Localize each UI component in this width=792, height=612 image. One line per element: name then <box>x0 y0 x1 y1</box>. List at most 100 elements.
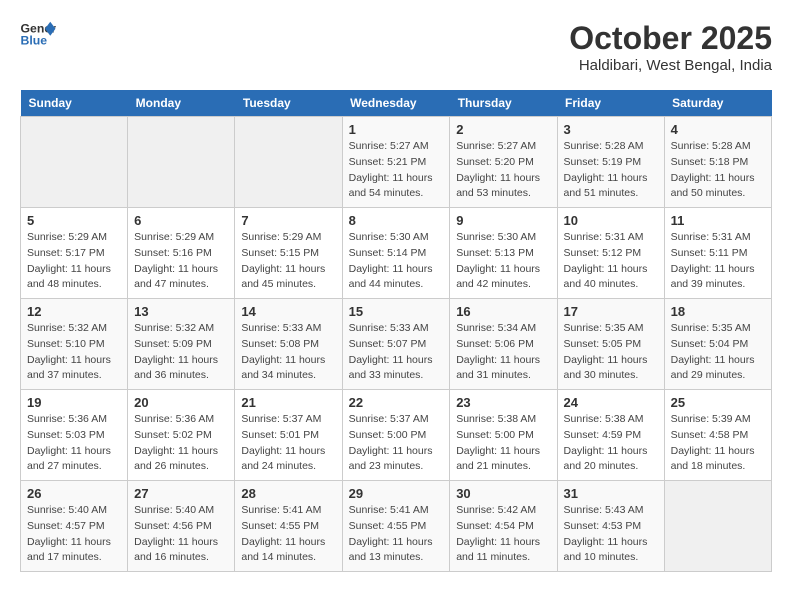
day-number: 27 <box>134 486 228 501</box>
calendar-cell: 1Sunrise: 5:27 AMSunset: 5:21 PMDaylight… <box>342 117 450 208</box>
calendar-cell: 15 Sunrise: 5:33 AMSunset: 5:07 PMDayligh… <box>342 299 450 390</box>
calendar-cell <box>235 117 342 208</box>
day-info: Sunrise: 5:35 AMSunset: 5:04 PMDaylight:… <box>671 321 765 384</box>
weekday-header-row: SundayMondayTuesdayWednesdayThursdayFrid… <box>21 90 772 117</box>
day-number: 26 <box>27 486 121 501</box>
calendar-cell: 27 Sunrise: 5:40 AMSunset: 4:56 PMDayligh… <box>128 481 235 572</box>
calendar-cell: 31 Sunrise: 5:43 AMSunset: 4:53 PMDayligh… <box>557 481 664 572</box>
day-info: Sunrise: 5:41 AMSunset: 4:55 PMDaylight:… <box>349 503 444 566</box>
calendar-cell: 22 Sunrise: 5:37 AMSunset: 5:00 PMDayligh… <box>342 390 450 481</box>
day-info: Sunrise: 5:40 AMSunset: 4:57 PMDaylight:… <box>27 503 121 566</box>
day-number: 22 <box>349 395 444 410</box>
day-info: Sunrise: 5:32 AMSunset: 5:10 PMDaylight:… <box>27 321 121 384</box>
day-number: 4 <box>671 122 765 137</box>
calendar-cell: 28 Sunrise: 5:41 AMSunset: 4:55 PMDayligh… <box>235 481 342 572</box>
day-number: 30 <box>456 486 550 501</box>
calendar-cell: 25 Sunrise: 5:39 AMSunset: 4:58 PMDayligh… <box>664 390 771 481</box>
day-info: Sunrise: 5:41 AMSunset: 4:55 PMDaylight:… <box>241 503 335 566</box>
day-number: 8 <box>349 213 444 228</box>
day-number: 12 <box>27 304 121 319</box>
calendar-cell: 19Sunrise: 5:36 AMSunset: 5:03 PMDayligh… <box>21 390 128 481</box>
day-info: Sunrise: 5:37 AMSunset: 5:00 PMDaylight:… <box>349 412 444 475</box>
day-number: 18 <box>671 304 765 319</box>
day-number: 28 <box>241 486 335 501</box>
day-info: Sunrise: 5:27 AMSunset: 5:21 PMDaylight:… <box>349 139 444 202</box>
calendar-cell: 20 Sunrise: 5:36 AMSunset: 5:02 PMDayligh… <box>128 390 235 481</box>
day-number: 17 <box>564 304 658 319</box>
logo-icon: General Blue <box>20 20 56 48</box>
day-info: Sunrise: 5:30 AMSunset: 5:14 PMDaylight:… <box>349 230 444 293</box>
day-info: Sunrise: 5:42 AMSunset: 4:54 PMDaylight:… <box>456 503 550 566</box>
weekday-header-saturday: Saturday <box>664 90 771 117</box>
location-subtitle: Haldibari, West Bengal, India <box>569 57 772 74</box>
calendar-cell <box>21 117 128 208</box>
day-info: Sunrise: 5:29 AMSunset: 5:15 PMDaylight:… <box>241 230 335 293</box>
day-info: Sunrise: 5:29 AMSunset: 5:16 PMDaylight:… <box>134 230 228 293</box>
calendar-week-row: 12 Sunrise: 5:32 AMSunset: 5:10 PMDayligh… <box>21 299 772 390</box>
day-number: 24 <box>564 395 658 410</box>
day-number: 10 <box>564 213 658 228</box>
weekday-header-wednesday: Wednesday <box>342 90 450 117</box>
calendar-cell: 6 Sunrise: 5:29 AMSunset: 5:16 PMDaylight… <box>128 208 235 299</box>
day-number: 29 <box>349 486 444 501</box>
day-number: 2 <box>456 122 550 137</box>
weekday-header-thursday: Thursday <box>450 90 557 117</box>
calendar-cell: 8 Sunrise: 5:30 AMSunset: 5:14 PMDaylight… <box>342 208 450 299</box>
day-info: Sunrise: 5:40 AMSunset: 4:56 PMDaylight:… <box>134 503 228 566</box>
title-block: October 2025 Haldibari, West Bengal, Ind… <box>569 20 772 74</box>
day-info: Sunrise: 5:33 AMSunset: 5:07 PMDaylight:… <box>349 321 444 384</box>
calendar-cell: 7Sunrise: 5:29 AMSunset: 5:15 PMDaylight… <box>235 208 342 299</box>
calendar-cell: 17 Sunrise: 5:35 AMSunset: 5:05 PMDayligh… <box>557 299 664 390</box>
day-info: Sunrise: 5:33 AMSunset: 5:08 PMDaylight:… <box>241 321 335 384</box>
calendar-cell: 24 Sunrise: 5:38 AMSunset: 4:59 PMDayligh… <box>557 390 664 481</box>
day-number: 20 <box>134 395 228 410</box>
day-number: 6 <box>134 213 228 228</box>
calendar-cell: 2Sunrise: 5:27 AMSunset: 5:20 PMDaylight… <box>450 117 557 208</box>
day-number: 5 <box>27 213 121 228</box>
calendar-week-row: 19Sunrise: 5:36 AMSunset: 5:03 PMDayligh… <box>21 390 772 481</box>
day-info: Sunrise: 5:30 AMSunset: 5:13 PMDaylight:… <box>456 230 550 293</box>
month-title: October 2025 <box>569 20 772 57</box>
calendar-cell: 11 Sunrise: 5:31 AMSunset: 5:11 PMDayligh… <box>664 208 771 299</box>
calendar-week-row: 26 Sunrise: 5:40 AMSunset: 4:57 PMDayligh… <box>21 481 772 572</box>
calendar-cell: 21 Sunrise: 5:37 AMSunset: 5:01 PMDayligh… <box>235 390 342 481</box>
day-info: Sunrise: 5:39 AMSunset: 4:58 PMDaylight:… <box>671 412 765 475</box>
calendar-cell: 12 Sunrise: 5:32 AMSunset: 5:10 PMDayligh… <box>21 299 128 390</box>
day-info: Sunrise: 5:37 AMSunset: 5:01 PMDaylight:… <box>241 412 335 475</box>
day-info: Sunrise: 5:31 AMSunset: 5:11 PMDaylight:… <box>671 230 765 293</box>
calendar-cell: 9 Sunrise: 5:30 AMSunset: 5:13 PMDaylight… <box>450 208 557 299</box>
calendar-cell: 16Sunrise: 5:34 AMSunset: 5:06 PMDayligh… <box>450 299 557 390</box>
day-info: Sunrise: 5:31 AMSunset: 5:12 PMDaylight:… <box>564 230 658 293</box>
day-number: 15 <box>349 304 444 319</box>
calendar-cell: 3Sunrise: 5:28 AMSunset: 5:19 PMDaylight… <box>557 117 664 208</box>
day-info: Sunrise: 5:35 AMSunset: 5:05 PMDaylight:… <box>564 321 658 384</box>
day-info: Sunrise: 5:38 AMSunset: 4:59 PMDaylight:… <box>564 412 658 475</box>
day-number: 23 <box>456 395 550 410</box>
day-info: Sunrise: 5:28 AMSunset: 5:18 PMDaylight:… <box>671 139 765 202</box>
calendar-cell: 26 Sunrise: 5:40 AMSunset: 4:57 PMDayligh… <box>21 481 128 572</box>
calendar-week-row: 1Sunrise: 5:27 AMSunset: 5:21 PMDaylight… <box>21 117 772 208</box>
day-info: Sunrise: 5:38 AMSunset: 5:00 PMDaylight:… <box>456 412 550 475</box>
calendar-cell: 4 Sunrise: 5:28 AMSunset: 5:18 PMDaylight… <box>664 117 771 208</box>
day-number: 9 <box>456 213 550 228</box>
day-number: 25 <box>671 395 765 410</box>
calendar-cell <box>664 481 771 572</box>
calendar-table: SundayMondayTuesdayWednesdayThursdayFrid… <box>20 90 772 572</box>
page-header: General Blue October 2025 Haldibari, Wes… <box>20 20 772 74</box>
calendar-cell: 10 Sunrise: 5:31 AMSunset: 5:12 PMDayligh… <box>557 208 664 299</box>
calendar-cell: 18 Sunrise: 5:35 AMSunset: 5:04 PMDayligh… <box>664 299 771 390</box>
day-info: Sunrise: 5:29 AMSunset: 5:17 PMDaylight:… <box>27 230 121 293</box>
day-number: 31 <box>564 486 658 501</box>
day-number: 13 <box>134 304 228 319</box>
day-info: Sunrise: 5:28 AMSunset: 5:19 PMDaylight:… <box>564 139 658 202</box>
day-number: 21 <box>241 395 335 410</box>
svg-text:Blue: Blue <box>21 34 48 48</box>
day-number: 11 <box>671 213 765 228</box>
calendar-cell: 5 Sunrise: 5:29 AMSunset: 5:17 PMDaylight… <box>21 208 128 299</box>
calendar-cell <box>128 117 235 208</box>
day-info: Sunrise: 5:43 AMSunset: 4:53 PMDaylight:… <box>564 503 658 566</box>
day-info: Sunrise: 5:36 AMSunset: 5:02 PMDaylight:… <box>134 412 228 475</box>
logo: General Blue <box>20 20 56 48</box>
day-number: 14 <box>241 304 335 319</box>
calendar-cell: 14 Sunrise: 5:33 AMSunset: 5:08 PMDayligh… <box>235 299 342 390</box>
